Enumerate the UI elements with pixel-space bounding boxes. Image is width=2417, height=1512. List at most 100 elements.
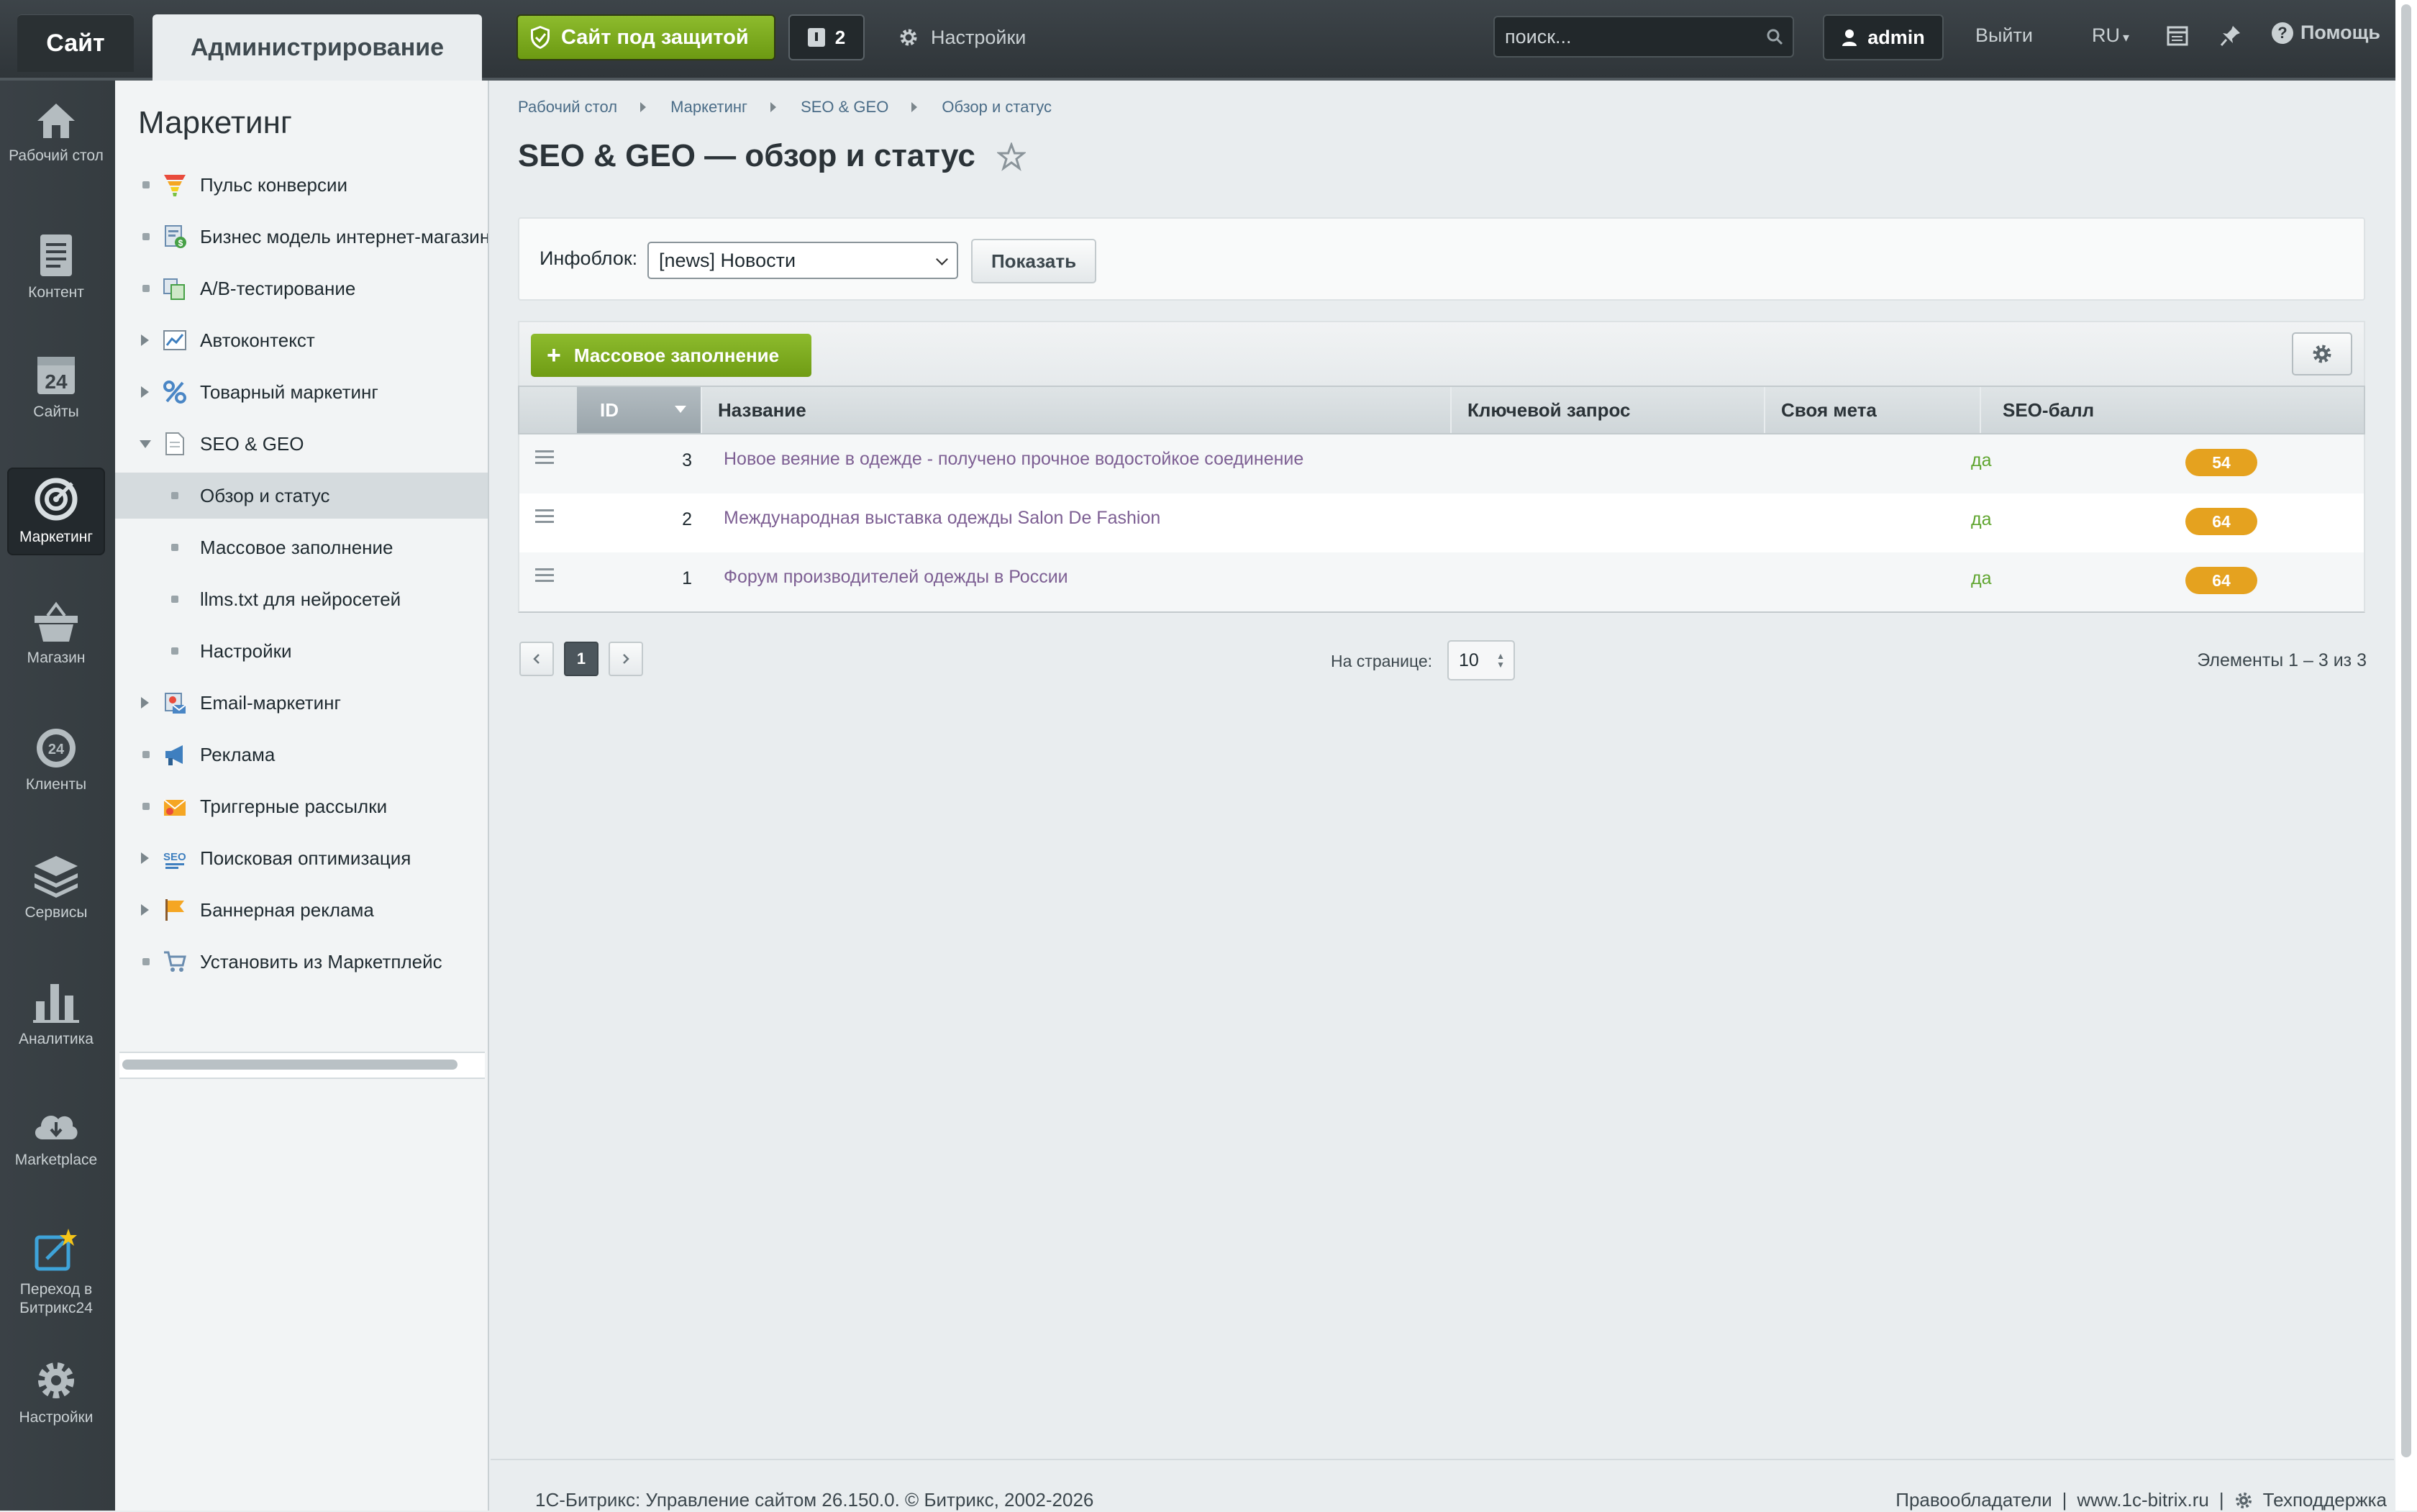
- sidebar-horizontal-scrollbar[interactable]: [119, 1052, 485, 1079]
- row-name-link[interactable]: Международная выставка одежды Salon De F…: [724, 508, 1160, 529]
- table-row[interactable]: 3 Новое веяние в одежде - получено прочн…: [518, 434, 2365, 493]
- expand-arrow-icon[interactable]: [141, 697, 149, 709]
- window-icon[interactable]: [2167, 26, 2188, 46]
- sidebar-item-mass-fill[interactable]: Массовое заполнение: [115, 524, 488, 570]
- expand-arrow-icon[interactable]: [141, 334, 149, 346]
- column-header-name[interactable]: Название: [701, 387, 1450, 433]
- row-actions-menu-icon[interactable]: [535, 509, 554, 524]
- column-header-id[interactable]: ID: [577, 387, 701, 433]
- menu-marketplace[interactable]: Marketplace: [7, 1106, 105, 1170]
- top-settings-label: Настройки: [931, 26, 1027, 48]
- sidebar-item-ab-testing[interactable]: A/B-тестирование: [115, 265, 488, 311]
- search-input[interactable]: [1503, 24, 1765, 49]
- sidebar-item-email-marketing[interactable]: Email-маркетинг: [115, 680, 488, 726]
- sidebar-item-banner-ads[interactable]: Баннерная реклама: [115, 887, 488, 933]
- menu-sites[interactable]: 24 Сайты: [7, 352, 105, 422]
- menu-desktop[interactable]: Рабочий стол: [7, 101, 105, 165]
- seo-score-badge: 54: [2185, 449, 2257, 476]
- pin-icon[interactable]: [2220, 24, 2241, 47]
- sidebar-item-trigger-mailings[interactable]: Триггерные рассылки: [115, 783, 488, 829]
- help-label: Помощь: [2300, 22, 2381, 43]
- menu-settings-label: Настройки: [19, 1409, 94, 1426]
- show-button[interactable]: Показать: [971, 239, 1096, 283]
- infoblock-select[interactable]: [news] Новости: [647, 242, 958, 279]
- autocontext-icon: [163, 330, 186, 350]
- page-vertical-scrollbar[interactable]: [2395, 0, 2417, 1511]
- menu-marketing-label: Маркетинг: [19, 529, 94, 545]
- sidebar-item-label: Установить из Маркетплейс: [200, 950, 442, 973]
- scrollbar-thumb[interactable]: [122, 1060, 458, 1070]
- help-link[interactable]: ? Помощь: [2272, 22, 2380, 44]
- breadcrumb: Рабочий стол Маркетинг SEO & GEO Обзор и…: [518, 98, 1052, 117]
- sidebar-item-label: Товарный маркетинг: [200, 381, 378, 403]
- breadcrumb-marketing[interactable]: Маркетинг: [670, 98, 747, 117]
- menu-marketing[interactable]: Маркетинг: [7, 468, 105, 555]
- language-select[interactable]: RU: [2092, 24, 2129, 47]
- grid-settings-button[interactable]: [2292, 332, 2352, 375]
- row-name-link[interactable]: Новое веяние в одежде - получено прочное…: [724, 449, 1303, 470]
- sidebar-item-overview-status[interactable]: Обзор и статус: [115, 473, 488, 519]
- sidebar-item-search-optimization[interactable]: SEO Поисковая оптимизация: [115, 835, 488, 881]
- infoblock-selected-value: [news] Новости: [659, 249, 796, 271]
- tab-administration[interactable]: Администрирование: [153, 14, 482, 81]
- expand-arrow-icon[interactable]: [141, 904, 149, 916]
- sidebar-item-business-model[interactable]: $ Бизнес модель интернет-магазина: [115, 214, 488, 260]
- next-page-button[interactable]: [609, 642, 643, 676]
- top-settings-link[interactable]: Настройки: [898, 14, 1026, 60]
- user-menu-button[interactable]: admin: [1823, 14, 1944, 60]
- site-protected-button[interactable]: Сайт под защитой: [516, 14, 775, 60]
- sidebar-item-seo-geo[interactable]: SEO & GEO: [115, 421, 488, 467]
- menu-shop[interactable]: Магазин: [7, 601, 105, 668]
- footer-rights-link[interactable]: Правообладатели: [1895, 1489, 2052, 1511]
- home-icon: [37, 104, 75, 138]
- breadcrumb-seo-geo[interactable]: SEO & GEO: [801, 98, 888, 117]
- footer-links: Правообладатели | www.1c-bitrix.ru | Тех…: [1895, 1489, 2387, 1511]
- collapse-arrow-icon[interactable]: [140, 440, 151, 448]
- expand-arrow-icon[interactable]: [141, 852, 149, 864]
- menu-services[interactable]: Сервисы: [7, 853, 105, 922]
- logout-link[interactable]: Выйти: [1975, 24, 2033, 47]
- row-name-link[interactable]: Форум производителей одежды в России: [724, 567, 1068, 588]
- footer-support-link[interactable]: Техподдержка: [2263, 1489, 2387, 1511]
- scrollbar-thumb[interactable]: [2401, 4, 2411, 1457]
- breadcrumb-desktop[interactable]: Рабочий стол: [518, 98, 617, 117]
- sidebar-item-autocontext[interactable]: Автоконтекст: [115, 317, 488, 363]
- menu-content[interactable]: Контент: [7, 233, 105, 302]
- sidebar-item-ads[interactable]: Реклама: [115, 732, 488, 778]
- notification-icon: [807, 28, 825, 47]
- column-header-seo-score[interactable]: SEO-балл: [1980, 387, 2364, 433]
- expand-arrow-icon[interactable]: [141, 386, 149, 398]
- per-page-value: 10: [1459, 650, 1479, 670]
- menu-analytics[interactable]: Аналитика: [7, 980, 105, 1049]
- row-own-meta: да: [1971, 450, 1992, 470]
- prev-page-button[interactable]: [519, 642, 554, 676]
- notifications-button[interactable]: 2: [788, 14, 865, 60]
- row-actions-menu-icon[interactable]: [535, 450, 554, 465]
- sidebar-item-install-marketplace[interactable]: Установить из Маркетплейс: [115, 939, 488, 985]
- search-icon[interactable]: [1765, 27, 1784, 46]
- page-number-current[interactable]: 1: [564, 642, 598, 676]
- menu-analytics-label: Аналитика: [19, 1031, 94, 1047]
- mass-fill-button[interactable]: + Массовое заполнение: [531, 334, 811, 377]
- infoblock-label: Инфоблок:: [540, 247, 638, 269]
- breadcrumb-overview[interactable]: Обзор и статус: [942, 98, 1052, 117]
- table-row[interactable]: 1 Форум производителей одежды в России д…: [518, 552, 2365, 613]
- sidebar-item-product-marketing[interactable]: Товарный маркетинг: [115, 369, 488, 415]
- tab-site[interactable]: Сайт: [17, 14, 134, 72]
- menu-settings[interactable]: Настройки: [7, 1358, 105, 1427]
- business-model-icon: $: [165, 225, 186, 248]
- pagination: 1: [519, 642, 643, 676]
- footer-site-link[interactable]: www.1c-bitrix.ru: [2077, 1489, 2208, 1511]
- favorite-star-icon[interactable]: [997, 142, 1026, 171]
- column-header-own-meta[interactable]: Своя мета: [1764, 387, 1980, 433]
- menu-go-bitrix24[interactable]: Переход в Битрикс24: [7, 1227, 105, 1318]
- sidebar-item-conversion-pulse[interactable]: Пульс конверсии: [115, 162, 488, 208]
- row-actions-menu-icon[interactable]: [535, 568, 554, 583]
- sidebar-item-llms-txt[interactable]: llms.txt для нейросетей: [115, 576, 488, 622]
- column-header-keyword[interactable]: Ключевой запрос: [1450, 387, 1764, 433]
- menu-clients[interactable]: 24 Клиенты: [7, 727, 105, 794]
- per-page-select[interactable]: 10 ▲ ▼: [1447, 640, 1515, 680]
- layers-icon: [35, 856, 78, 898]
- sidebar-item-seo-settings[interactable]: Настройки: [115, 628, 488, 674]
- table-row[interactable]: 2 Международная выставка одежды Salon De…: [518, 493, 2365, 552]
